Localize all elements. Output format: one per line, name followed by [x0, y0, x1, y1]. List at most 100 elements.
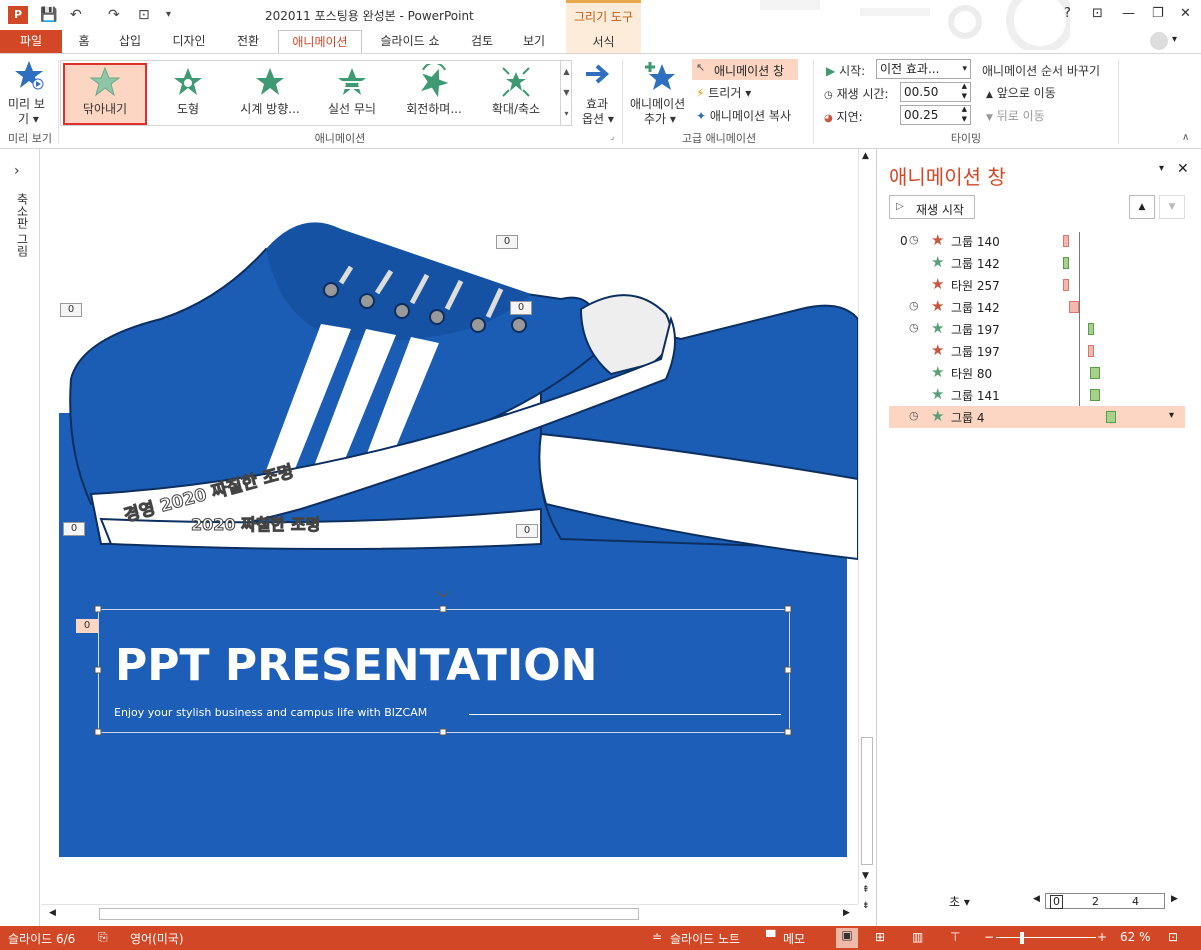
move-down-button[interactable]: ▼ — [1159, 195, 1185, 219]
account-dropdown-icon[interactable]: ▾ — [1172, 34, 1177, 45]
slide-editing-area[interactable]: 경영 2020 짜칠한 조명 2020 짜칠한 조명 0 0 0 0 0 0 P… — [41, 149, 858, 904]
scroll-right-icon[interactable]: ▶ — [843, 908, 850, 918]
item-dropdown-icon[interactable]: ▾ — [1169, 410, 1174, 421]
pane-close-icon[interactable]: ✕ — [1177, 161, 1189, 177]
animation-list-item[interactable]: ★ 그룹 141 — [889, 384, 1185, 406]
play-from-button[interactable]: ▷ 재생 시작 — [889, 195, 975, 219]
close-button[interactable]: ✕ — [1180, 6, 1191, 21]
help-button[interactable]: ? — [1064, 6, 1071, 21]
animation-list-item[interactable]: ★ 그룹 197 — [889, 340, 1185, 362]
animation-pane-button[interactable]: ↖ 애니메이션 창 — [692, 59, 798, 80]
timeline-left-icon[interactable]: ◀ — [1033, 894, 1040, 904]
timeline-bar[interactable] — [1106, 411, 1116, 423]
spinner-icon[interactable]: ▲ ▼ — [962, 104, 967, 124]
effect-options-button-2[interactable]: 옵션 ▾ — [582, 110, 614, 127]
animation-list-item[interactable]: ◷ ★ 그룹 142 — [889, 296, 1185, 318]
animation-list-item[interactable]: ★ 그룹 142 — [889, 252, 1185, 274]
animation-list-item[interactable]: ★ 타원 80 — [889, 362, 1185, 384]
animation-painter-button[interactable]: ✦ 애니메이션 복사 — [696, 107, 791, 124]
move-earlier-button[interactable]: ▲ 앞으로 이동 — [986, 84, 1056, 101]
anim-wheel[interactable]: 시계 방향... — [230, 64, 310, 122]
anim-tag[interactable]: 0 — [60, 303, 82, 317]
zoom-slider-thumb[interactable] — [1020, 932, 1024, 944]
fit-slide-icon[interactable]: ⊡ — [1168, 930, 1178, 944]
save-icon[interactable]: 💾 — [40, 6, 57, 24]
scroll-thumb[interactable] — [861, 737, 873, 865]
redo-icon[interactable]: ↷ — [108, 6, 120, 24]
tab-view[interactable]: 보기 — [514, 30, 554, 54]
dialog-launcher-icon[interactable]: ⌟ — [610, 132, 614, 142]
next-slide-icon[interactable]: ⇟ — [862, 901, 870, 911]
anim-spin[interactable]: 회전하며... — [394, 64, 474, 122]
slideshow-view-icon[interactable]: ⊤ — [950, 930, 960, 944]
anim-wipe[interactable]: 닦아내기 — [65, 64, 145, 122]
move-up-button[interactable]: ▲ — [1129, 195, 1155, 219]
restore-button[interactable]: ❐ — [1152, 6, 1164, 21]
tab-slideshow[interactable]: 슬라이드 쇼 — [370, 30, 450, 54]
vertical-scrollbar[interactable]: ▲ ▼ ⇞ ⇟ — [858, 149, 875, 911]
animation-list-item[interactable]: ◷ ★ 그룹 197 — [889, 318, 1185, 340]
tab-file[interactable]: 파일 — [0, 30, 62, 54]
thumbnail-pane-collapsed[interactable]: › 축소판 그림 — [0, 149, 40, 926]
anim-tag[interactable]: 0 — [63, 522, 85, 536]
collapse-ribbon-icon[interactable]: ∧ — [1182, 132, 1189, 143]
scroll-down-icon[interactable]: ▼ — [862, 871, 869, 881]
expand-arrow-icon[interactable]: › — [14, 163, 20, 179]
anim-split[interactable]: 실선 무늬 — [312, 64, 392, 122]
account-avatar[interactable] — [1150, 32, 1168, 50]
anim-tag[interactable]: 0 — [516, 524, 538, 538]
tab-home[interactable]: 홈 — [70, 30, 98, 54]
customize-quickaccess-icon[interactable]: ▾ — [166, 6, 171, 24]
gallery-scroll[interactable]: ▲ ▼ ▾ — [560, 61, 572, 125]
selection-handles[interactable] — [93, 581, 797, 741]
minimize-button[interactable]: — — [1122, 6, 1135, 21]
tab-animations[interactable]: 애니메이션 — [278, 30, 362, 54]
preview-button-2[interactable]: 기 ▾ — [18, 110, 39, 127]
tab-review[interactable]: 검토 — [462, 30, 502, 54]
tab-design[interactable]: 디자인 — [163, 30, 215, 54]
anim-shape[interactable]: 도형 — [148, 64, 228, 122]
spinner-icon[interactable]: ▲ ▼ — [962, 81, 967, 101]
horizontal-scrollbar[interactable]: ◀ ▶ — [41, 904, 858, 922]
undo-icon[interactable]: ↶ — [70, 6, 82, 24]
spelling-icon[interactable]: ⎘ — [98, 930, 108, 945]
zoom-in-icon[interactable]: + — [1097, 930, 1107, 944]
timeline-bar[interactable] — [1088, 323, 1094, 335]
scroll-up-icon[interactable]: ▲ — [862, 151, 869, 161]
timeline-bar[interactable] — [1063, 279, 1069, 291]
hscroll-thumb[interactable] — [99, 908, 639, 920]
timeline-bar[interactable] — [1069, 301, 1079, 313]
anim-zoom[interactable]: 확대/축소 — [476, 64, 556, 122]
normal-view-icon[interactable]: ▣ — [836, 928, 858, 948]
shoe-text-2[interactable]: 2020 짜칠한 조명 — [190, 511, 320, 535]
start-select[interactable]: 이전 효과... ▾ — [876, 59, 971, 79]
timeline-bar[interactable] — [1063, 257, 1069, 269]
animation-list-item[interactable]: ★ 타원 257 — [889, 274, 1185, 296]
zoom-out-icon[interactable]: − — [984, 930, 994, 944]
zoom-slider-track[interactable] — [996, 937, 1096, 938]
seconds-dropdown[interactable]: 초 ▾ — [949, 893, 970, 910]
pane-options-icon[interactable]: ▾ — [1159, 163, 1164, 174]
notes-button[interactable]: 슬라이드 노트 — [670, 930, 740, 947]
animation-list-item[interactable]: ◷ ★ 그룹 4 ▾ — [889, 406, 1185, 428]
comments-button[interactable]: 메모 — [783, 930, 805, 947]
language-indicator[interactable]: 영어(미국) — [130, 930, 184, 947]
move-later-button[interactable]: ▼ 뒤로 이동 — [986, 107, 1045, 124]
scroll-left-icon[interactable]: ◀ — [49, 908, 56, 918]
add-animation-button-2[interactable]: 추가 ▾ — [644, 110, 676, 127]
timeline-bar[interactable] — [1088, 345, 1094, 357]
animation-list-item[interactable]: ◷ ★ 그룹 140 — [889, 230, 1185, 252]
slideshow-icon[interactable]: ⊡ — [138, 6, 150, 24]
timeline-right-icon[interactable]: ▶ — [1171, 894, 1178, 904]
trigger-button[interactable]: ⚡ 트리거 ▾ — [696, 84, 751, 101]
slide-counter[interactable]: 슬라이드 6/6 — [8, 930, 75, 947]
anim-tag[interactable]: 0 — [510, 301, 532, 315]
tab-transitions[interactable]: 전환 — [228, 30, 268, 54]
anim-tag[interactable]: 0 — [496, 235, 518, 249]
timeline-bar[interactable] — [1063, 235, 1069, 247]
tab-insert[interactable]: 삽입 — [110, 30, 150, 54]
ribbon-display-button[interactable]: ⊡ — [1092, 6, 1103, 21]
zoom-level[interactable]: 62 % — [1120, 930, 1151, 944]
prev-slide-icon[interactable]: ⇞ — [862, 885, 870, 895]
reading-view-icon[interactable]: ▥ — [912, 930, 923, 944]
